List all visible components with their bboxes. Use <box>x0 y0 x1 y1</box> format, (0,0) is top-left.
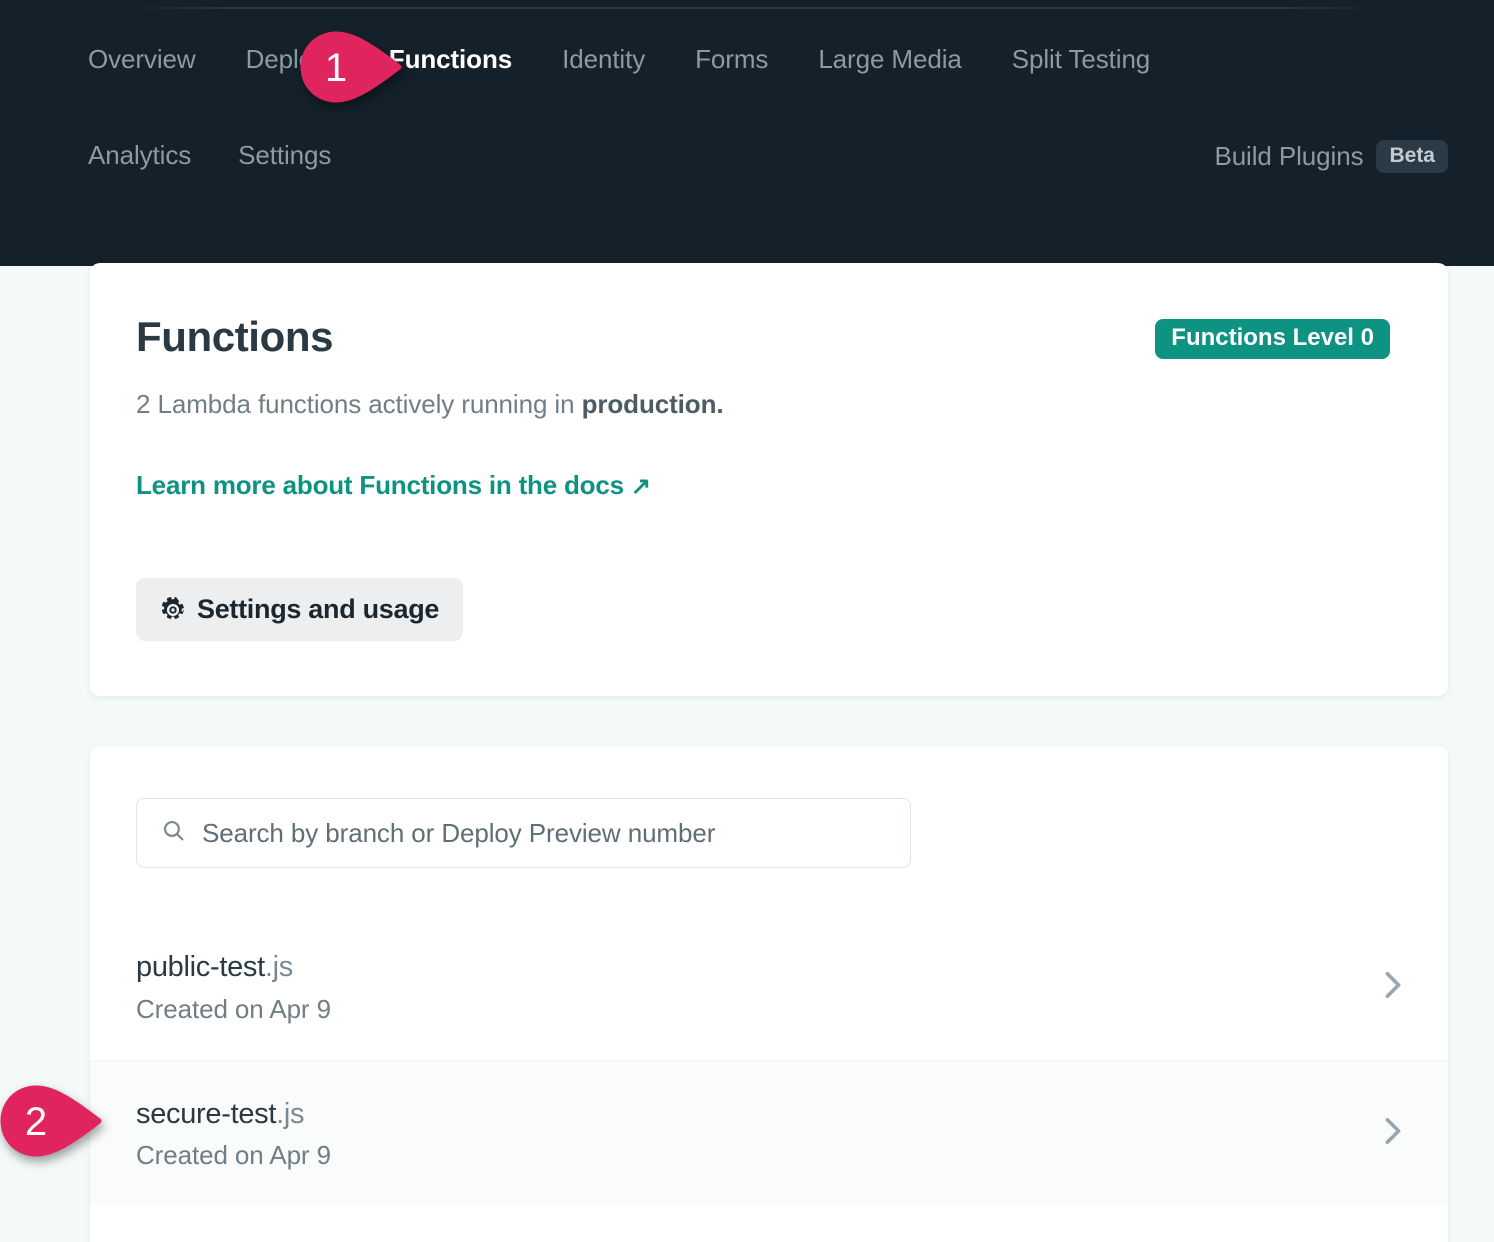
header-divider <box>120 7 1390 9</box>
table-row[interactable]: public-test.js Created on Apr 9 <box>90 914 1448 1060</box>
table-row[interactable]: secure-test.js Created on Apr 9 <box>90 1060 1448 1206</box>
function-row-text: secure-test.js Created on Apr 9 <box>136 1096 1384 1171</box>
search-field[interactable] <box>136 798 911 868</box>
function-created-date: Created on Apr 9 <box>136 1140 1384 1171</box>
nav-item-build-plugins[interactable]: Build Plugins Beta <box>1214 140 1448 173</box>
callout-2-number: 2 <box>25 1100 47 1144</box>
callout-1-number: 1 <box>325 46 347 90</box>
nav-item-forms[interactable]: Forms <box>695 44 768 75</box>
settings-and-usage-button[interactable]: Settings and usage <box>136 578 463 641</box>
function-name: secure-test.js <box>136 1096 1384 1132</box>
nav-item-analytics[interactable]: Analytics <box>88 140 191 171</box>
nav-item-settings[interactable]: Settings <box>238 140 331 171</box>
settings-and-usage-label: Settings and usage <box>197 594 439 625</box>
beta-badge: Beta <box>1376 140 1448 173</box>
primary-nav-row-1: Overview Deploys Functions Identity Form… <box>88 44 1150 75</box>
function-name-base: public-test <box>136 951 265 983</box>
page-title: Functions <box>136 313 333 361</box>
function-name-extension: .js <box>265 951 293 983</box>
nav-item-functions[interactable]: Functions <box>389 44 512 75</box>
chevron-right-icon[interactable] <box>1384 1117 1402 1150</box>
callout-marker-2: 2 <box>0 1085 104 1157</box>
functions-level-badge: Functions Level 0 <box>1155 319 1390 359</box>
search-input[interactable] <box>202 818 910 849</box>
functions-summary-text: 2 Lambda functions actively running in p… <box>136 389 723 420</box>
external-link-arrow-icon: ↗ <box>631 472 651 501</box>
functions-overview-card: Functions Functions Level 0 2 Lambda fun… <box>90 263 1448 696</box>
functions-list: public-test.js Created on Apr 9 secure-t… <box>90 914 1448 1206</box>
functions-summary-prefix: 2 Lambda functions actively running in <box>136 389 582 419</box>
function-name: public-test.js <box>136 949 1384 985</box>
main-content: Functions Functions Level 0 2 Lambda fun… <box>0 266 1494 1242</box>
chevron-right-icon[interactable] <box>1384 971 1402 1004</box>
nav-item-split-testing[interactable]: Split Testing <box>1012 44 1150 75</box>
function-row-text: public-test.js Created on Apr 9 <box>136 949 1384 1024</box>
learn-more-docs-label: Learn more about Functions in the docs <box>136 470 624 500</box>
functions-list-card: public-test.js Created on Apr 9 secure-t… <box>90 746 1448 1242</box>
site-header: Overview Deploys Functions Identity Form… <box>0 0 1494 266</box>
build-plugins-label: Build Plugins <box>1214 141 1363 172</box>
nav-item-identity[interactable]: Identity <box>562 44 645 75</box>
function-name-base: secure-test <box>136 1098 276 1130</box>
learn-more-docs-link[interactable]: Learn more about Functions in the docs↗ <box>136 470 651 501</box>
callout-marker-1: 1 <box>300 31 404 103</box>
gear-icon <box>160 597 186 623</box>
function-created-date: Created on Apr 9 <box>136 994 1384 1025</box>
search-icon <box>161 818 186 848</box>
function-name-extension: .js <box>276 1098 304 1130</box>
functions-summary-context: production. <box>582 389 724 419</box>
nav-item-overview[interactable]: Overview <box>88 44 196 75</box>
nav-item-large-media[interactable]: Large Media <box>818 44 961 75</box>
primary-nav-row-2: Analytics Settings <box>88 140 331 171</box>
